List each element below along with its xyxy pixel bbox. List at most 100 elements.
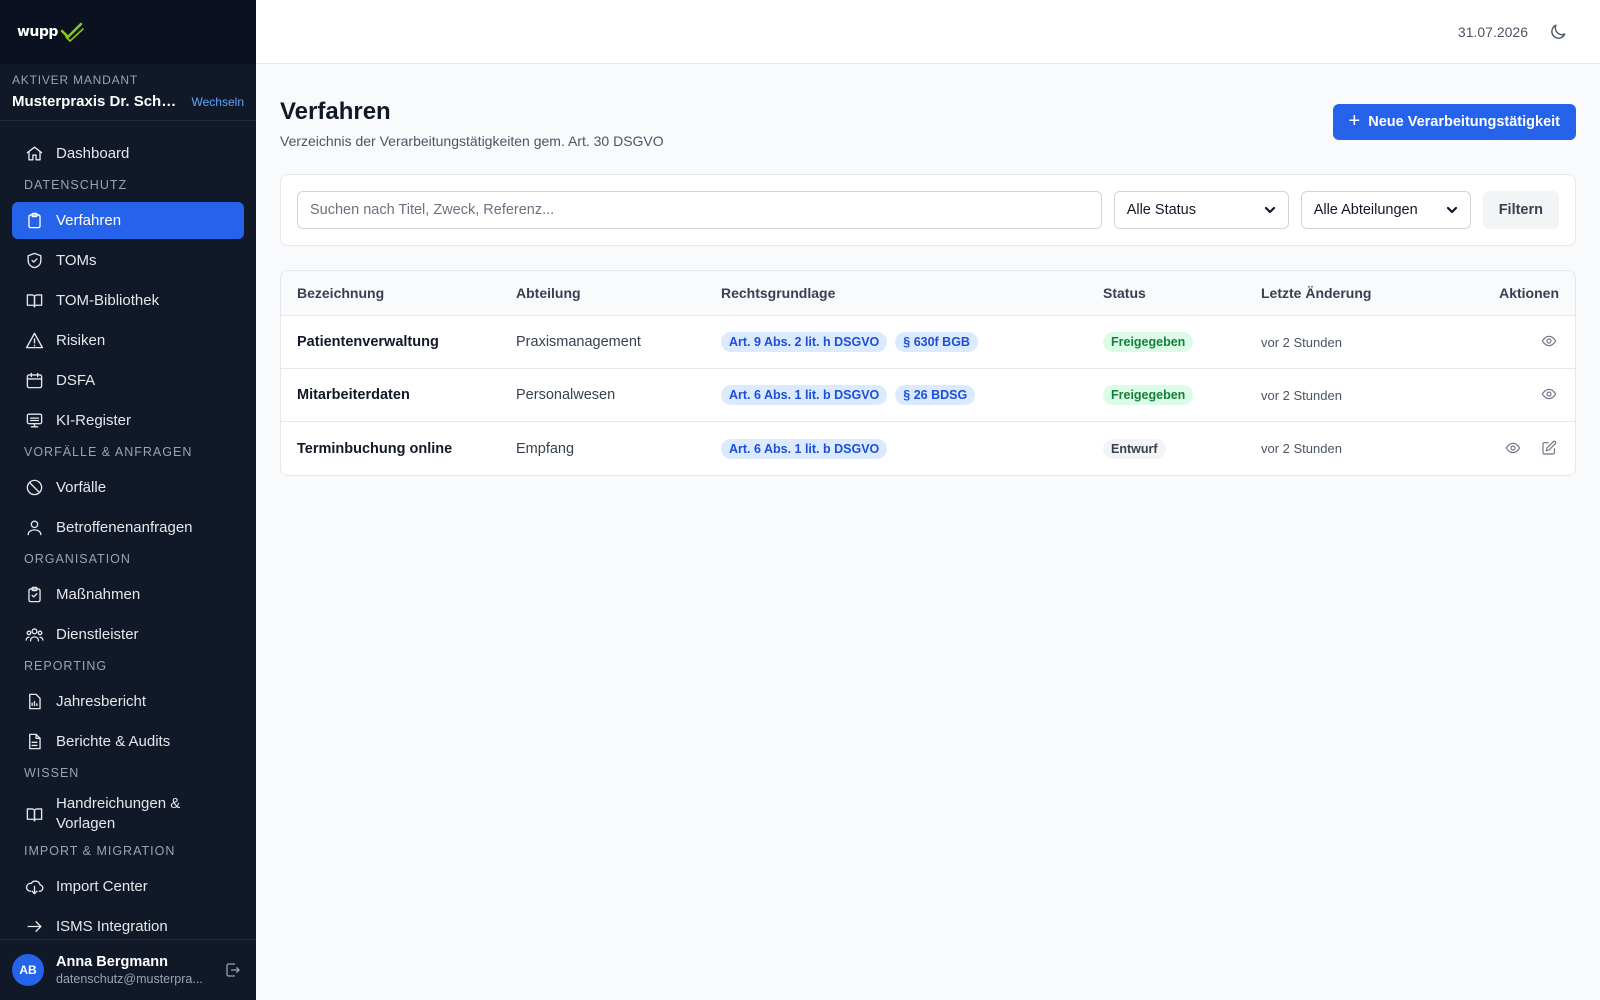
book-icon	[24, 291, 44, 311]
nav-section-vorfalle-anfragen: VORFÄLLE & ANFRAGEN	[24, 445, 193, 459]
tenant-name: Musterpraxis Dr. Schmi...	[12, 93, 182, 110]
book-icon	[24, 804, 44, 824]
sidebar-item-label: DSFA	[56, 371, 96, 389]
user-name: Anna Bergmann	[56, 954, 168, 970]
legal-basis-cell: Art. 6 Abs. 1 lit. b DSGVO	[721, 438, 1103, 459]
table-row[interactable]: Mitarbeiterdaten Personalwesen Art. 6 Ab…	[281, 369, 1575, 422]
sidebar: wupp AKTIVER MANDANT Musterpraxis Dr. Sc…	[0, 0, 256, 1000]
last-changed-cell: vor 2 Stunden	[1261, 334, 1342, 350]
status-select-value: Alle Status	[1126, 202, 1197, 218]
sidebar-item-label: ISMS Integration	[56, 917, 168, 935]
processing-name[interactable]: Patientenverwaltung	[281, 334, 516, 350]
sidebar-item-dienstleister[interactable]: Dienstleister	[12, 616, 244, 653]
sidebar-item-label: KI-Register	[56, 411, 132, 429]
user-email: datenschutz@musterpra...	[56, 972, 203, 986]
tenant-label: AKTIVER MANDANT	[12, 73, 139, 87]
sidebar-item-verfahren[interactable]: Verfahren	[12, 202, 244, 239]
eye-icon[interactable]	[1505, 440, 1523, 458]
page-subtitle: Verzeichnis der Verarbeitungstätigkeiten…	[280, 133, 664, 149]
search-input[interactable]	[297, 191, 1102, 229]
clipboard-check-icon	[24, 585, 44, 605]
processing-name[interactable]: Terminbuchung online	[281, 441, 516, 457]
sidebar-item-berichte-audits[interactable]: Berichte & Audits	[12, 723, 244, 760]
column-header-name[interactable]: Bezeichnung	[281, 285, 516, 301]
nav-section-organisation: ORGANISATION	[24, 552, 131, 566]
status-badge: Entwurf	[1103, 438, 1166, 459]
table-header: Bezeichnung Abteilung Rechtsgrundlage St…	[281, 271, 1575, 316]
sidebar-item-tom-bibliothek[interactable]: TOM-Bibliothek	[12, 282, 244, 319]
nav-section-import-migration: IMPORT & MIGRATION	[24, 844, 176, 858]
sidebar-item-label: Import Center	[56, 877, 148, 895]
sidebar-item-vorfalle[interactable]: Vorfälle	[12, 469, 244, 506]
filter-button[interactable]: Filtern	[1482, 191, 1559, 229]
new-processing-activity-button[interactable]: + Neue Verarbeitungstätigkeit	[1332, 104, 1576, 140]
chevron-down-icon	[1264, 204, 1276, 216]
sidebar-item-jahresbericht[interactable]: Jahresbericht	[12, 683, 244, 720]
edit-icon[interactable]	[1541, 440, 1559, 458]
users-icon	[24, 625, 44, 645]
clipboard-icon	[24, 211, 44, 231]
sidebar-item-label: Dashboard	[56, 144, 130, 162]
column-header-actions: Aktionen	[1499, 285, 1559, 301]
sidebar-item-label: Vorfälle	[56, 478, 107, 496]
avatar[interactable]: AB	[12, 954, 44, 986]
moon-icon[interactable]	[1548, 22, 1568, 42]
sidebar-item-label: Jahresbericht	[56, 692, 147, 710]
legal-basis-tag: § 630f BGB	[895, 332, 978, 352]
document-icon	[24, 732, 44, 752]
logout-icon[interactable]	[224, 961, 242, 979]
sidebar-nav: Dashboard DATENSCHUTZ Verfahren TOMs TOM-Bib…	[0, 121, 256, 945]
sidebar-item-massnahmen[interactable]: Maßnahmen	[12, 576, 244, 613]
column-header-legal-basis[interactable]: Rechtsgrundlage	[721, 285, 1103, 301]
sidebar-item-label: Betroffenenanfragen	[56, 518, 193, 536]
sidebar-item-label: TOMs	[56, 251, 97, 269]
sidebar-item-label: Maßnahmen	[56, 585, 141, 603]
legal-basis-tag: Art. 6 Abs. 1 lit. b DSGVO	[721, 438, 888, 459]
chevron-down-icon	[1446, 204, 1458, 216]
eye-icon[interactable]	[1541, 386, 1559, 404]
sidebar-item-dashboard[interactable]: Dashboard	[12, 135, 244, 172]
actions-cell	[1451, 440, 1575, 458]
status-select[interactable]: Alle Status	[1113, 191, 1289, 229]
status-badge: Freigegeben	[1103, 385, 1194, 405]
nav-section-reporting: REPORTING	[24, 659, 108, 673]
user-icon	[24, 518, 44, 538]
sidebar-item-toms[interactable]: TOMs	[12, 242, 244, 279]
department-cell: Empfang	[516, 440, 575, 457]
filter-bar: Alle Status Alle Abteilungen Filtern	[280, 174, 1576, 246]
column-header-department[interactable]: Abteilung	[516, 285, 721, 301]
sidebar-item-dsfa[interactable]: DSFA	[12, 362, 244, 399]
table-row[interactable]: Patientenverwaltung Praxismanagement Art…	[281, 316, 1575, 369]
column-header-status[interactable]: Status	[1103, 285, 1261, 301]
department-select[interactable]: Alle Abteilungen	[1300, 191, 1471, 229]
sidebar-item-handreichungen-vorlagen[interactable]: Handreichungen & Vorlagen	[12, 790, 244, 838]
main-content: Verfahren Verzeichnis der Verarbeitungst…	[280, 64, 1576, 476]
app-logo[interactable]: wupp	[17, 21, 85, 43]
monitor-icon	[24, 411, 44, 431]
sidebar-item-import-center[interactable]: Import Center	[12, 868, 244, 905]
sidebar-item-ki-register[interactable]: KI-Register	[12, 402, 244, 439]
calendar-icon	[24, 371, 44, 391]
actions-cell	[1451, 386, 1575, 404]
logo-text: wupp	[17, 24, 58, 40]
plus-icon: +	[1348, 110, 1361, 132]
eye-icon[interactable]	[1541, 333, 1559, 351]
shield-icon	[24, 251, 44, 271]
tenant-switch-link[interactable]: Wechseln	[192, 95, 244, 109]
page-title: Verfahren	[280, 98, 391, 125]
processing-name[interactable]: Mitarbeiterdaten	[281, 387, 516, 403]
sidebar-item-label: Risiken	[56, 331, 106, 349]
sidebar-item-betroffenenanfragen[interactable]: Betroffenenanfragen	[12, 509, 244, 546]
logo-bar: wupp	[0, 0, 256, 64]
nav-section-wissen: WISSEN	[24, 766, 80, 780]
column-header-last-changed[interactable]: Letzte Änderung	[1261, 285, 1451, 301]
sidebar-item-label: Berichte & Audits	[56, 732, 171, 750]
legal-basis-cell: Art. 9 Abs. 2 lit. h DSGVO § 630f BGB	[721, 332, 1103, 352]
cloud-download-icon	[24, 877, 44, 897]
table-row[interactable]: Terminbuchung online Empfang Art. 6 Abs.…	[281, 422, 1575, 475]
department-cell: Personalwesen	[516, 387, 616, 403]
home-icon	[24, 144, 44, 164]
last-changed-cell: vor 2 Stunden	[1261, 441, 1342, 456]
legal-basis-cell: Art. 6 Abs. 1 lit. b DSGVO § 26 BDSG	[721, 385, 1103, 405]
sidebar-item-risiken[interactable]: Risiken	[12, 322, 244, 359]
